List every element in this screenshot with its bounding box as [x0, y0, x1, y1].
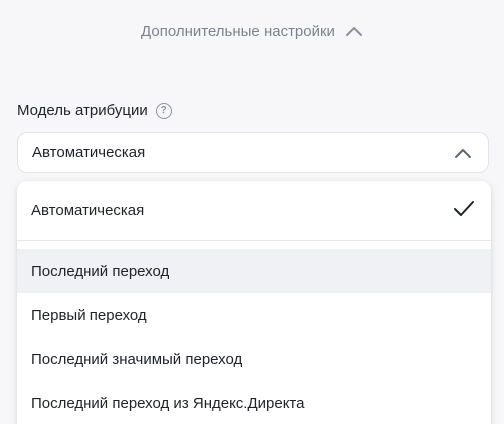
option-label: Первый переход — [31, 306, 147, 324]
attribution-label-text: Модель атрибуции — [17, 102, 148, 119]
advanced-settings-toggle[interactable]: Дополнительные настройки — [0, 18, 504, 44]
checkmark-icon — [453, 200, 475, 222]
menu-divider — [17, 240, 491, 241]
chevron-up-icon — [345, 26, 363, 37]
attribution-select-value: Автоматическая — [32, 144, 146, 161]
chevron-up-icon — [454, 146, 472, 163]
option-label: Последний переход из Яндекс.Директа — [31, 394, 305, 412]
option-first-click[interactable]: Первый переход — [17, 293, 491, 337]
option-automatic[interactable]: Автоматическая — [17, 188, 491, 232]
attribution-select[interactable]: Автоматическая — [17, 132, 489, 173]
settings-panel: Дополнительные настройки Модель атрибуци… — [0, 0, 504, 424]
option-last-direct-click[interactable]: Последний переход из Яндекс.Директа — [17, 381, 491, 424]
advanced-settings-label: Дополнительные настройки — [141, 22, 335, 40]
option-last-click[interactable]: Последний переход — [17, 249, 491, 293]
question-circle-icon[interactable]: ? — [155, 102, 172, 119]
attribution-dropdown-menu: Автоматическая Последний переход Первый … — [17, 181, 491, 424]
option-label: Автоматическая — [31, 201, 145, 219]
option-last-significant-click[interactable]: Последний значимый переход — [17, 337, 491, 381]
option-label: Последний значимый переход — [31, 350, 243, 368]
attribution-field-label: Модель атрибуции ? — [17, 102, 172, 119]
option-label: Последний переход — [31, 262, 170, 280]
